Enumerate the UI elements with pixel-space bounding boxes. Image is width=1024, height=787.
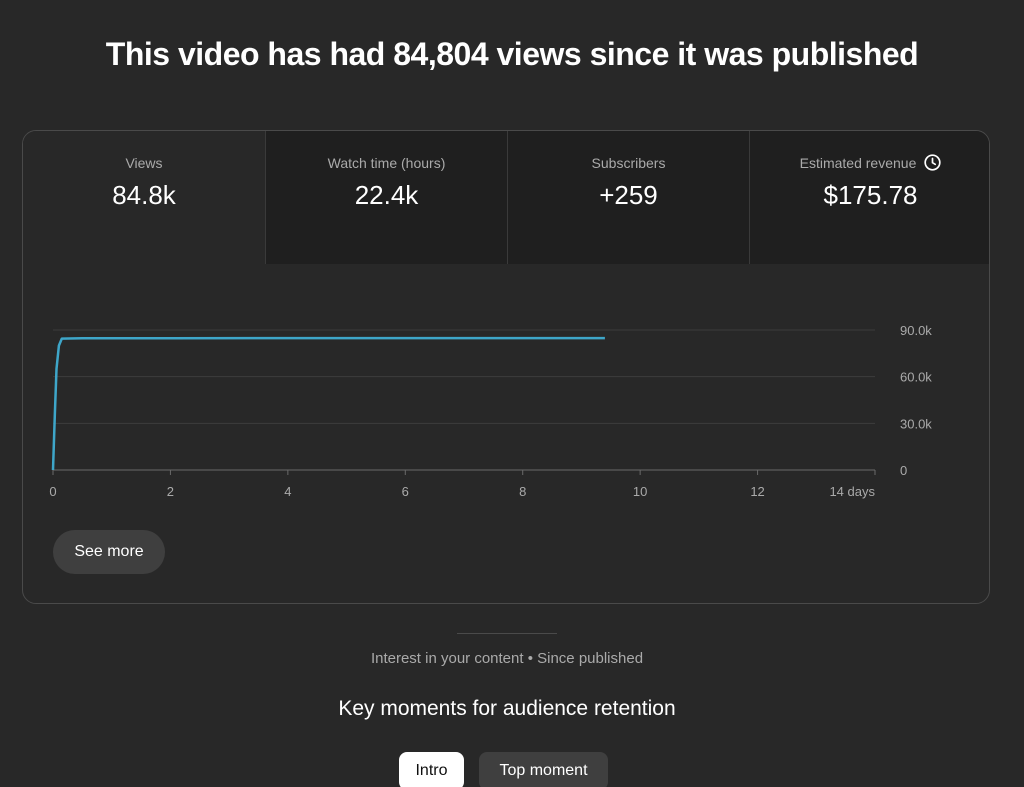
views-line-chart: 90.0k 60.0k 30.0k 0 0 2 4 6 8 10 12 14 days	[49, 323, 932, 499]
x-tick-label: 14 days	[829, 484, 875, 499]
clock-icon	[924, 154, 942, 175]
x-tick-label: 6	[402, 484, 409, 499]
x-tick-label: 4	[284, 484, 291, 499]
revenue-value: $175.78	[823, 180, 918, 210]
subscribers-label: Subscribers	[591, 155, 666, 171]
page-headline: This video has had 84,804 views since it…	[105, 36, 919, 72]
revenue-label: Estimated revenue	[799, 155, 917, 171]
chip-intro[interactable]: Intro	[399, 752, 464, 787]
analytics-page: This video has had 84,804 views since it…	[0, 0, 1024, 787]
tab-views[interactable]: Views 84.8k	[23, 131, 265, 264]
views-label: Views	[125, 155, 163, 171]
watch-time-value: 22.4k	[354, 180, 419, 210]
revenue-label-row: Estimated revenue	[750, 154, 989, 175]
tab-subscribers[interactable]: Subscribers +259	[507, 131, 749, 264]
x-tick-label: 12	[750, 484, 764, 499]
views-series-line	[51, 336, 605, 471]
watch-time-label: Watch time (hours)	[327, 155, 446, 171]
x-tick-label: 10	[633, 484, 647, 499]
views-value: 84.8k	[112, 180, 176, 210]
y-tick-label: 0	[900, 463, 907, 478]
section-divider	[457, 633, 557, 634]
y-tick-label: 30.0k	[900, 416, 932, 431]
tab-estimated-revenue[interactable]: Estimated revenue $175.78	[749, 131, 989, 264]
x-tick-label: 0	[49, 484, 56, 499]
interest-caption: Interest in your content • Since publish…	[370, 650, 644, 667]
x-tick-label: 8	[519, 484, 526, 499]
subscribers-value: +259	[599, 180, 658, 210]
x-tick-label: 2	[167, 484, 174, 499]
see-more-button[interactable]: See more	[53, 530, 165, 574]
y-tick-label: 90.0k	[900, 323, 932, 338]
tab-watch-time[interactable]: Watch time (hours) 22.4k	[265, 131, 507, 264]
y-tick-label: 60.0k	[900, 370, 932, 385]
metrics-card: Views 84.8k Watch time (hours) 22.4k Sub…	[22, 130, 990, 604]
metric-tabs: Views 84.8k Watch time (hours) 22.4k Sub…	[23, 131, 989, 264]
retention-title: Key moments for audience retention	[338, 697, 676, 720]
chip-top-moment[interactable]: Top moment	[479, 752, 608, 787]
